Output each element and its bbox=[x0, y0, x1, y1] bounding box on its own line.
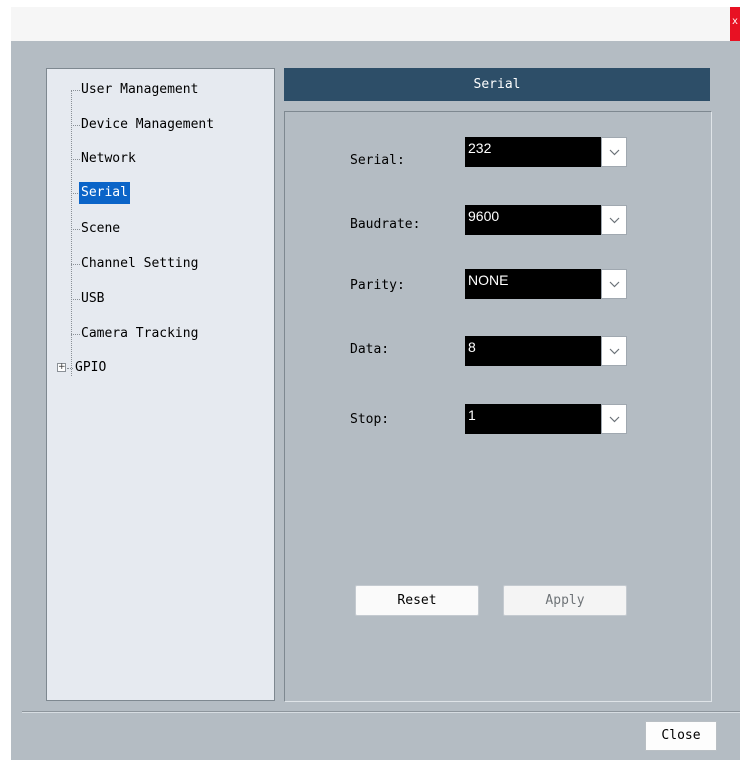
tree-item-camera-tracking[interactable]: Camera Tracking bbox=[79, 323, 200, 345]
serial-label: Serial: bbox=[350, 153, 405, 168]
data-bits-label: Data: bbox=[350, 342, 390, 357]
data-bits-select[interactable]: 8 bbox=[465, 336, 627, 366]
data-bits-select-value: 8 bbox=[468, 339, 476, 355]
tree-item-network[interactable]: Network bbox=[79, 148, 138, 170]
parity-select[interactable]: NONE bbox=[465, 269, 627, 299]
tree-item-device-management[interactable]: Device Management bbox=[79, 114, 216, 136]
serial-select-value: 232 bbox=[468, 140, 492, 156]
tree-item-channel-setting[interactable]: Channel Setting bbox=[79, 253, 200, 275]
tree-item-label: Camera Tracking bbox=[81, 326, 199, 341]
reset-button[interactable]: Reset bbox=[355, 585, 479, 616]
tree-item-user-management[interactable]: User Management bbox=[79, 79, 200, 101]
tree-item-label: Scene bbox=[81, 221, 121, 236]
chevron-down-icon[interactable] bbox=[601, 137, 627, 167]
tree-item-label: Device Management bbox=[81, 117, 215, 132]
stop-bits-select[interactable]: 1 bbox=[465, 404, 627, 434]
title-bar: x bbox=[11, 7, 740, 41]
parity-label: Parity: bbox=[350, 278, 405, 293]
tree-item-label: User Management bbox=[81, 82, 199, 97]
panel-title: Serial bbox=[473, 77, 521, 92]
tree-item-usb[interactable]: USB bbox=[79, 288, 106, 310]
serial-select[interactable]: 232 bbox=[465, 137, 627, 167]
divider bbox=[22, 711, 740, 713]
tree-item-label: Serial bbox=[79, 182, 130, 204]
expand-plus-icon[interactable]: + bbox=[57, 363, 66, 372]
stop-bits-label: Stop: bbox=[350, 412, 390, 427]
panel-title-bar: Serial bbox=[284, 68, 710, 101]
stop-bits-select-value: 1 bbox=[468, 407, 476, 423]
chevron-down-icon[interactable] bbox=[601, 269, 627, 299]
chevron-down-icon[interactable] bbox=[601, 404, 627, 434]
baudrate-label: Baudrate: bbox=[350, 217, 421, 232]
tree-item-gpio[interactable]: GPIO bbox=[73, 357, 108, 379]
tree-item-label: Network bbox=[81, 151, 136, 166]
settings-tree: User Management Device Management Networ… bbox=[46, 68, 275, 701]
parity-select-value: NONE bbox=[468, 272, 509, 288]
baudrate-select[interactable]: 9600 bbox=[465, 205, 627, 235]
chevron-down-icon[interactable] bbox=[601, 336, 627, 366]
tree-item-label: USB bbox=[81, 291, 105, 306]
window-close-button[interactable]: x bbox=[730, 7, 740, 41]
chevron-down-icon[interactable] bbox=[601, 205, 627, 235]
tree-item-label: GPIO bbox=[75, 360, 107, 375]
close-icon: x bbox=[731, 16, 739, 27]
tree-item-serial[interactable]: Serial bbox=[79, 182, 130, 204]
close-button[interactable]: Close bbox=[645, 721, 717, 751]
baudrate-select-value: 9600 bbox=[468, 208, 500, 224]
settings-dialog: User Management Device Management Networ… bbox=[11, 41, 740, 760]
tree-item-label: Channel Setting bbox=[81, 256, 199, 271]
tree-item-scene[interactable]: Scene bbox=[79, 218, 122, 240]
apply-button[interactable]: Apply bbox=[503, 585, 627, 616]
